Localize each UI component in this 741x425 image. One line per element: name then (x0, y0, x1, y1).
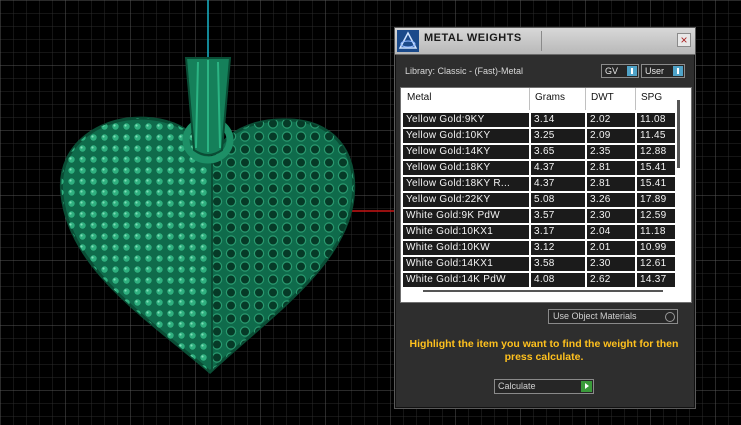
column-divider (529, 88, 530, 110)
cell-grams: 3.57 (531, 209, 585, 223)
cell-dwt: 2.30 (587, 257, 635, 271)
table-row[interactable]: Yellow Gold:10KY 3.25 2.09 11.45 (401, 128, 691, 144)
calculate-label: Calculate (498, 381, 536, 391)
cell-grams: 4.37 (531, 161, 585, 175)
column-header-spg[interactable]: SPG (641, 92, 662, 103)
cell-spg: 12.88 (637, 145, 675, 159)
panel-titlebar[interactable]: METAL WEIGHTS × (395, 28, 695, 55)
cell-grams: 3.58 (531, 257, 585, 271)
cell-dwt: 3.26 (587, 193, 635, 207)
cell-grams: 3.65 (531, 145, 585, 159)
table-row[interactable]: Yellow Gold:18KY R... 4.37 2.81 15.41 (401, 176, 691, 192)
play-arrow-icon (581, 381, 592, 392)
table-row[interactable]: White Gold:9K PdW 3.57 2.30 12.59 (401, 208, 691, 224)
column-divider (635, 88, 636, 110)
column-divider (585, 88, 586, 110)
use-object-materials-label: Use Object Materials (553, 311, 637, 321)
cell-metal: White Gold:10KX1 (403, 225, 529, 239)
column-header-dwt[interactable]: DWT (591, 92, 614, 103)
cell-dwt: 2.81 (587, 177, 635, 191)
cell-spg: 11.08 (637, 113, 675, 127)
title-divider (541, 31, 542, 51)
user-toggle-label: User (645, 66, 665, 76)
table-row[interactable]: Yellow Gold:9KY 3.14 2.02 11.08 (401, 112, 691, 128)
vertical-scrollbar[interactable] (677, 100, 680, 168)
table-row[interactable]: Yellow Gold:22KY 5.08 3.26 17.89 (401, 192, 691, 208)
cell-metal: Yellow Gold:18KY (403, 161, 529, 175)
column-header-grams[interactable]: Grams (535, 92, 565, 103)
cell-grams: 3.14 (531, 113, 585, 127)
cell-metal: Yellow Gold:9KY (403, 113, 529, 127)
use-object-materials-select[interactable]: Use Object Materials (548, 309, 678, 324)
cell-metal: Yellow Gold:14KY (403, 145, 529, 159)
table-row[interactable]: Yellow Gold:14KY 3.65 2.35 12.88 (401, 144, 691, 160)
cell-dwt: 2.62 (587, 273, 635, 287)
table-row[interactable]: White Gold:14KX1 3.58 2.30 12.61 (401, 256, 691, 272)
cell-metal: Yellow Gold:18KY R... (403, 177, 529, 191)
instruction-text: Highlight the item you want to find the … (409, 338, 679, 363)
cell-dwt: 2.02 (587, 113, 635, 127)
table-row[interactable]: White Gold:14K PdW 4.08 2.62 14.37 (401, 272, 691, 288)
library-label: Library: Classic - (Fast)-Metal (405, 66, 524, 76)
table-row[interactable]: White Gold:10KX1 3.17 2.04 11.18 (401, 224, 691, 240)
cell-grams: 4.37 (531, 177, 585, 191)
toggle-switch-icon (673, 66, 683, 76)
radio-knob-icon (665, 312, 675, 322)
cell-metal: Yellow Gold:22KY (403, 193, 529, 207)
cell-grams: 3.17 (531, 225, 585, 239)
cell-spg: 14.37 (637, 273, 675, 287)
metal-weights-panel: METAL WEIGHTS × Library: Classic - (Fast… (394, 27, 696, 409)
horizontal-scrollbar[interactable] (423, 290, 663, 292)
cell-dwt: 2.81 (587, 161, 635, 175)
cell-dwt: 2.09 (587, 129, 635, 143)
close-icon: × (680, 33, 688, 47)
cell-grams: 4.08 (531, 273, 585, 287)
cell-metal: White Gold:10KW (403, 241, 529, 255)
cell-spg: 11.18 (637, 225, 675, 239)
cell-metal: White Gold:9K PdW (403, 209, 529, 223)
cell-spg: 11.45 (637, 129, 675, 143)
metal-table[interactable]: Metal Grams DWT SPG Yellow Gold:9KY 3.14 2… (400, 87, 692, 303)
column-header-metal[interactable]: Metal (407, 92, 431, 103)
user-toggle[interactable]: User (641, 64, 685, 78)
panel-title: METAL WEIGHTS (424, 32, 522, 44)
cell-grams: 3.25 (531, 129, 585, 143)
table-body: Yellow Gold:9KY 3.14 2.02 11.08 Yellow Gold:… (401, 112, 691, 288)
cell-dwt: 2.01 (587, 241, 635, 255)
cell-dwt: 2.04 (587, 225, 635, 239)
cell-spg: 10.99 (637, 241, 675, 255)
toggle-switch-icon (627, 66, 637, 76)
cell-metal: White Gold:14KX1 (403, 257, 529, 271)
gv-toggle[interactable]: GV (601, 64, 639, 78)
cell-dwt: 2.30 (587, 209, 635, 223)
cell-spg: 15.41 (637, 161, 675, 175)
calculate-button[interactable]: Calculate (494, 379, 594, 394)
table-row[interactable]: Yellow Gold:18KY 4.37 2.81 15.41 (401, 160, 691, 176)
cell-metal: White Gold:14K PdW (403, 273, 529, 287)
cell-spg: 17.89 (637, 193, 675, 207)
gv-toggle-label: GV (605, 66, 619, 76)
cell-spg: 15.41 (637, 177, 675, 191)
close-button[interactable]: × (677, 33, 691, 47)
cell-dwt: 2.35 (587, 145, 635, 159)
cell-spg: 12.59 (637, 209, 675, 223)
cell-grams: 5.08 (531, 193, 585, 207)
rhino-gold-logo-icon (397, 30, 419, 52)
table-row[interactable]: White Gold:10KW 3.12 2.01 10.99 (401, 240, 691, 256)
cell-spg: 12.61 (637, 257, 675, 271)
cell-metal: Yellow Gold:10KY (403, 129, 529, 143)
cell-grams: 3.12 (531, 241, 585, 255)
